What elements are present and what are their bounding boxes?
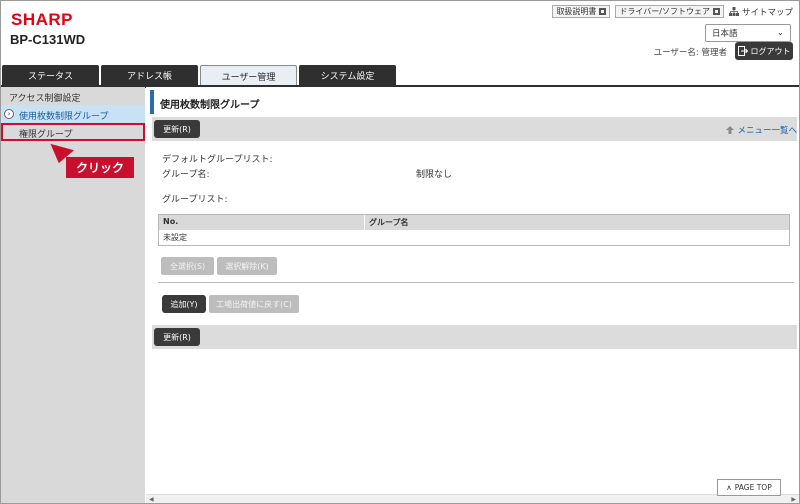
menu-list-link[interactable]: メニュー一覧へ [725, 124, 797, 136]
tab-system-settings[interactable]: システム設定 [299, 65, 396, 86]
update-button[interactable]: 更新(R) [154, 120, 200, 138]
manual-link[interactable]: 取扱説明書 [552, 5, 611, 18]
update-button-bottom[interactable]: 更新(R) [154, 328, 200, 346]
driver-software-link[interactable]: ドライバー/ソフトウェア [615, 5, 724, 18]
column-header-no: No. [159, 215, 365, 230]
sitemap-icon [728, 7, 739, 16]
chevron-right-icon: › [4, 109, 14, 119]
scroll-left-icon[interactable]: ◀ [149, 496, 154, 503]
default-group-list-label: デフォルトグループリスト: [162, 155, 273, 165]
model-name: BP-C131WD [10, 32, 86, 47]
back-to-menu-icon [726, 126, 735, 134]
add-button[interactable]: 追加(Y) [162, 295, 206, 313]
click-callout: クリック [66, 157, 134, 178]
group-list-label: グループリスト: [162, 195, 228, 205]
sidebar-item-label: 使用枚数制限グループ [19, 112, 109, 122]
driver-software-label: ドライバー/ソフトウェア [619, 7, 710, 16]
chevron-up-icon: ∧ [726, 483, 732, 492]
tab-user-management[interactable]: ユーザー管理 [200, 65, 297, 86]
group-name-label: グループ名: [162, 170, 210, 180]
column-header-group-name: グループ名 [369, 218, 409, 227]
language-value: 日本語 [712, 29, 738, 39]
top-action-bar: 更新(R) メニュー一覧へ [152, 117, 797, 141]
page-title: 使用枚数制限グループ [150, 90, 795, 114]
user-name-label: ユーザー名: 管理者 [653, 48, 727, 58]
group-table: No. グループ名 未設定 [158, 214, 790, 246]
page-top-label: PAGE TOP [734, 483, 772, 492]
group-name-value: 制限なし [416, 170, 453, 180]
external-link-icon [712, 8, 720, 15]
scroll-right-icon[interactable]: ▶ [791, 496, 796, 503]
menu-list-label: メニュー一覧へ [737, 126, 797, 136]
tab-bar: ステータス アドレス帳 ユーザー管理 システム設定 [1, 64, 799, 88]
language-select[interactable]: 日本語 ⌄ [705, 24, 791, 42]
select-all-button[interactable]: 全選択(S) [161, 257, 214, 275]
sitemap-label: サイトマップ [741, 7, 793, 18]
tab-status[interactable]: ステータス [2, 65, 99, 86]
logout-label: ログアウト [750, 46, 791, 56]
sidebar-item-usage-limit-group[interactable]: › 使用枚数制限グループ [1, 105, 145, 123]
brand-logo: SHARP [11, 10, 74, 29]
reset-factory-button[interactable]: 工場出荷値に戻す(C) [209, 295, 299, 313]
sidebar-heading: アクセス制御設定 [1, 87, 145, 105]
logout-icon [737, 46, 748, 56]
chevron-down-icon: ⌄ [776, 28, 784, 38]
top-links: 取扱説明書 ドライバー/ソフトウェア サイトマップ [552, 5, 793, 18]
table-header: No. グループ名 [159, 215, 789, 230]
table-row: 未設定 [159, 230, 789, 245]
main-content: 使用枚数制限グループ 更新(R) メニュー一覧へ デフォルトグループリスト: グ… [146, 87, 799, 503]
manual-link-label: 取扱説明書 [556, 7, 597, 16]
bottom-action-bar: 更新(R) [152, 325, 797, 349]
page-top-button[interactable]: ∧ PAGE TOP [717, 479, 781, 496]
external-link-icon [599, 8, 607, 15]
deselect-button[interactable]: 選択解除(K) [217, 257, 277, 275]
tab-address-book[interactable]: アドレス帳 [101, 65, 198, 86]
sidebar-item-authority-group[interactable]: 権限グループ [1, 123, 145, 141]
sitemap-link[interactable]: サイトマップ [728, 6, 793, 18]
divider [158, 282, 794, 283]
logout-button[interactable]: ログアウト [735, 42, 793, 60]
header: SHARP BP-C131WD 取扱説明書 ドライバー/ソフトウェア サイトマッ… [1, 1, 799, 65]
horizontal-scrollbar[interactable]: ◀ ▶ [146, 494, 799, 503]
